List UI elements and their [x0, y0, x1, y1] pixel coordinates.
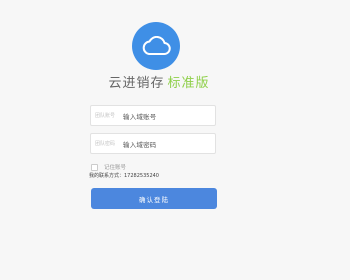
login-button[interactable]: 确认登陆: [91, 188, 217, 209]
password-label: 团队密码: [95, 141, 116, 147]
password-placeholder: 输入域密码: [123, 140, 157, 149]
contact-info: 我的联系方式：17282535240: [89, 173, 159, 179]
app-name: 云进销存: [108, 76, 165, 91]
remember-label: 记住账号: [104, 165, 127, 171]
remember-checkbox[interactable]: [91, 163, 98, 171]
app-title: 云进销存 标准版: [0, 72, 318, 91]
account-label: 团队账号: [95, 113, 116, 119]
app-edition: 标准版: [167, 76, 210, 91]
account-placeholder: 输入域账号: [123, 112, 157, 121]
account-field[interactable]: 团队账号 输入域账号: [90, 105, 216, 126]
cloud-icon: [142, 36, 171, 55]
remember-account[interactable]: 记住账号: [91, 163, 126, 171]
password-field[interactable]: 团队密码 输入域密码: [90, 133, 216, 154]
app-logo: [132, 22, 180, 70]
